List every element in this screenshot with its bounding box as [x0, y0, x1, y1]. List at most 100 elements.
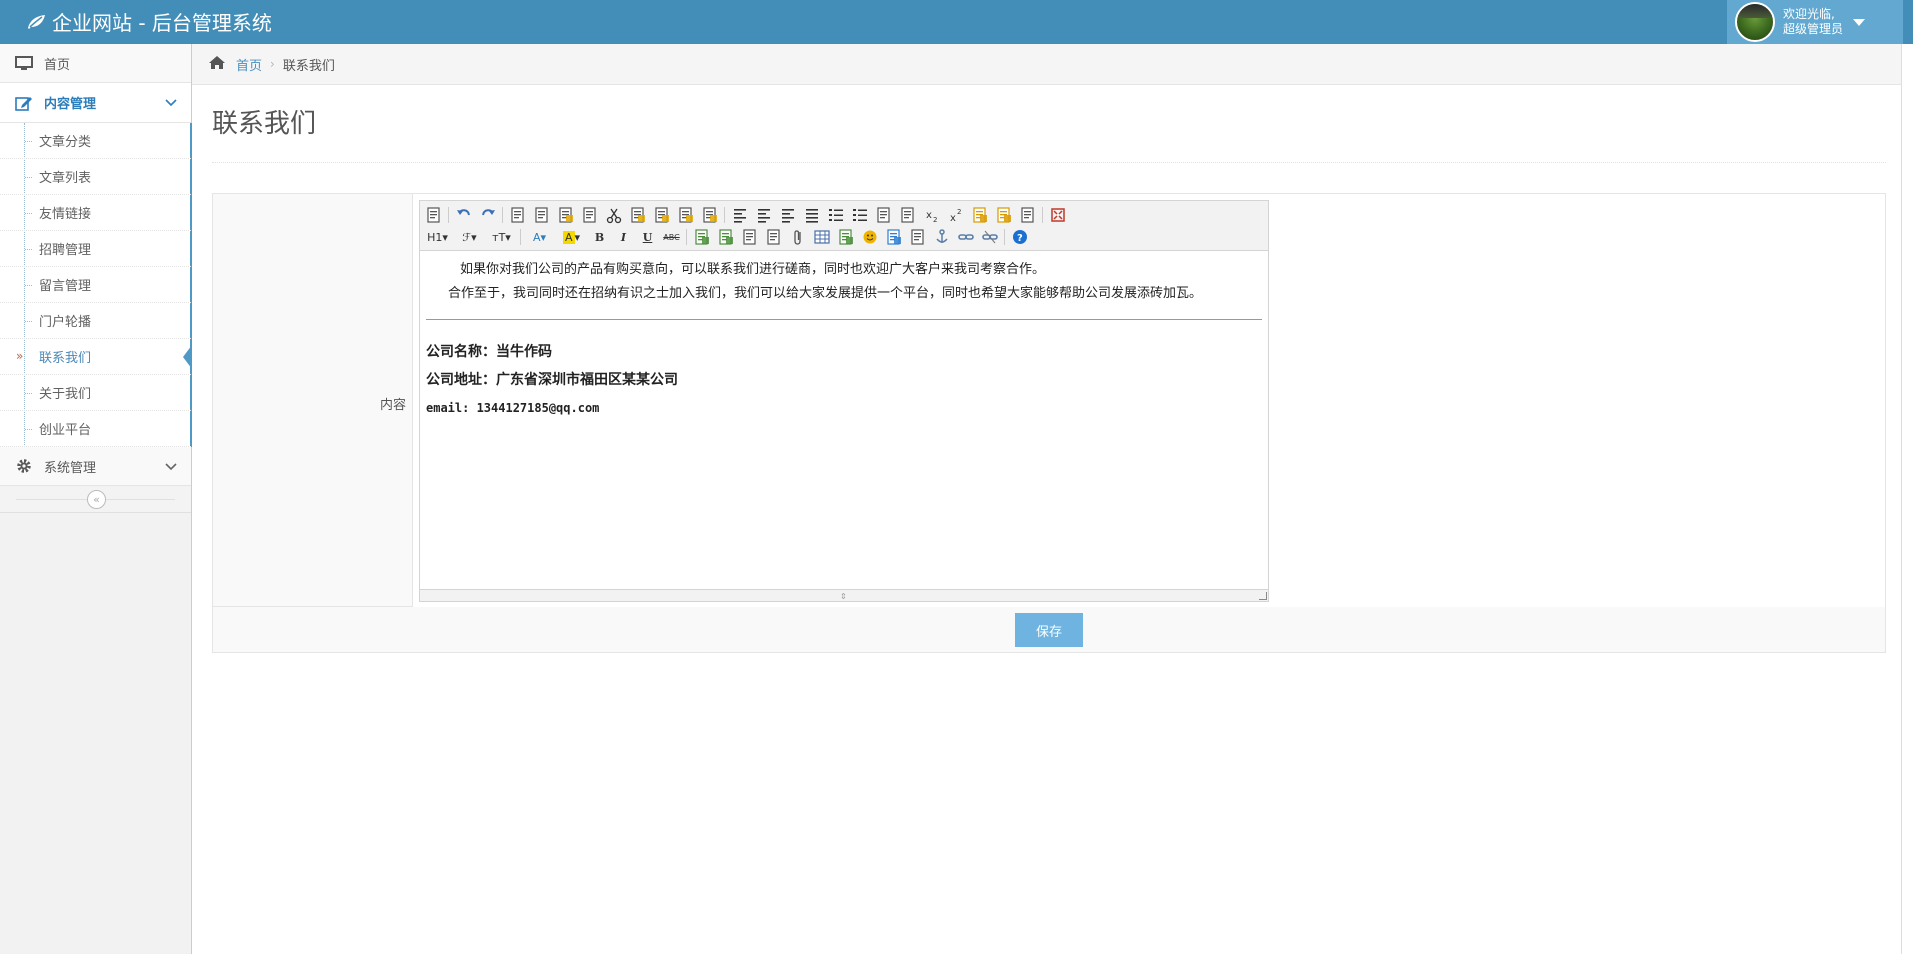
form-row-content: 内容 x2x2 H1 ▾ ℱ ▾ ᴛT ▾ A▾ A ▾ B I U ABC ?… — [213, 194, 1885, 607]
heading-dropdown-button[interactable]: H1 ▾ — [424, 228, 451, 247]
editor-paragraph: 合作至于，我司同时还在招纳有识之士加入我们，我们可以给大家发展提供一个平台，同时… — [448, 286, 1203, 301]
collapse-sidebar-button[interactable]: « — [87, 490, 106, 509]
format-painter-icon[interactable] — [994, 206, 1013, 225]
attachment-icon[interactable] — [788, 228, 807, 247]
sidebar-subitem-1[interactable]: 文章分类 — [0, 123, 191, 159]
image-icon[interactable] — [692, 228, 711, 247]
sidebar-subitem-label: 创业平台 — [39, 423, 92, 438]
ordered-list-icon[interactable] — [826, 206, 845, 225]
anchor-icon[interactable] — [932, 228, 951, 247]
copy-icon[interactable] — [628, 206, 647, 225]
paste-word-icon[interactable] — [700, 206, 719, 225]
sidebar-subitem-label: 联系我们 — [39, 351, 92, 366]
emoticon-icon[interactable] — [860, 228, 879, 247]
content-submenu: 文章分类文章列表友情链接招聘管理 留言管理 门户轮播 » 联系我们关于我们创业平台 — [0, 123, 192, 447]
editor-divider — [426, 319, 1262, 320]
font-color-button[interactable]: A▾ — [526, 228, 553, 247]
align-left-icon[interactable] — [730, 206, 749, 225]
indent-icon[interactable] — [874, 206, 893, 225]
username: 超级管理员 — [1783, 22, 1844, 36]
save-button[interactable]: 保存 — [1015, 613, 1083, 647]
paste-text-icon[interactable] — [676, 206, 695, 225]
align-right-icon[interactable] — [778, 206, 797, 225]
home-icon — [208, 55, 226, 74]
clear-icon[interactable] — [970, 206, 989, 225]
source-icon[interactable] — [424, 206, 443, 225]
sidebar-subitem-4[interactable]: 招聘管理 — [0, 231, 191, 267]
sidebar-subitem-7[interactable]: » 联系我们 — [0, 339, 192, 375]
breadcrumb-home-link[interactable]: 首页 — [236, 55, 262, 74]
redo-icon[interactable] — [478, 206, 497, 225]
top-navbar: 企业网站 - 后台管理系统 欢迎光临, 超级管理员 — [0, 0, 1913, 44]
page-scroll-edge — [1901, 44, 1913, 954]
resize-corner-icon[interactable] — [1259, 592, 1267, 600]
sidebar-subitem-8[interactable]: 关于我们 — [0, 375, 191, 411]
user-menu[interactable]: 欢迎光临, 超级管理员 — [1727, 0, 1903, 44]
sidebar-subitem-label: 友情链接 — [39, 207, 92, 222]
editor-content-area[interactable]: 如果你对我们公司的产品有购买意向，可以联系我们进行磋商，同时也欢迎广大客户来我司… — [420, 252, 1268, 589]
sidebar-subitem-label: 关于我们 — [39, 387, 92, 402]
editor-paragraph: 如果你对我们公司的产品有购买意向，可以联系我们进行磋商，同时也欢迎广大客户来我司… — [460, 262, 1046, 277]
unlink-icon[interactable] — [980, 228, 999, 247]
sidebar-subitem-6[interactable]: 门户轮播 — [0, 303, 191, 339]
chevron-down-icon — [165, 96, 177, 111]
subscript-icon[interactable]: x2 — [922, 206, 941, 225]
print-icon[interactable] — [532, 206, 551, 225]
flash-icon[interactable] — [740, 228, 759, 247]
undo-icon[interactable] — [454, 206, 473, 225]
brand-title: 企业网站 - 后台管理系统 — [52, 11, 272, 35]
svg-text:x: x — [950, 213, 956, 224]
bold-button[interactable]: B — [590, 228, 609, 247]
code-icon[interactable] — [580, 206, 599, 225]
sidebar-subitem-9[interactable]: 创业平台 — [0, 411, 191, 447]
template-icon[interactable] — [556, 206, 575, 225]
sidebar-item-home[interactable]: 首页 — [0, 44, 191, 83]
media-icon[interactable] — [764, 228, 783, 247]
italic-button[interactable]: I — [614, 228, 633, 247]
sidebar-subitem-2[interactable]: 文章列表 — [0, 159, 191, 195]
map-icon[interactable] — [884, 228, 903, 247]
sidebar-subitem-label: 文章列表 — [39, 171, 92, 186]
leaf-icon — [28, 14, 45, 29]
sidebar-subitem-5[interactable]: 留言管理 — [0, 267, 191, 303]
justify-icon[interactable] — [802, 206, 821, 225]
help-icon[interactable]: ? — [1010, 228, 1029, 247]
avatar — [1735, 2, 1775, 42]
select-all-icon[interactable] — [1018, 206, 1037, 225]
sidebar-item-label: 内容管理 — [44, 97, 97, 112]
edit-icon — [14, 95, 34, 111]
pagebreak-icon[interactable] — [908, 228, 927, 247]
breadcrumb: 首页 › 联系我们 — [192, 44, 1901, 85]
svg-text:?: ? — [1017, 233, 1023, 244]
sidebar-subitem-label: 文章分类 — [39, 135, 92, 150]
cut-icon[interactable] — [604, 206, 623, 225]
font-family-dropdown-button[interactable]: ℱ ▾ — [456, 228, 483, 247]
highlight-color-button[interactable]: A ▾ — [558, 228, 585, 247]
resize-grip-icon[interactable]: ⇕ — [840, 592, 847, 601]
editor-resize-bar[interactable]: ⇕ — [420, 589, 1268, 601]
multi-image-icon[interactable] — [716, 228, 735, 247]
preview-icon[interactable] — [508, 206, 527, 225]
table-icon[interactable] — [812, 228, 831, 247]
font-size-dropdown-button[interactable]: ᴛT ▾ — [488, 228, 515, 247]
align-center-icon[interactable] — [754, 206, 773, 225]
svg-text:2: 2 — [957, 208, 961, 216]
sidebar-item-system-management[interactable]: 系统管理 — [0, 447, 191, 486]
unordered-list-icon[interactable] — [850, 206, 869, 225]
gear-icon — [14, 458, 34, 474]
underline-button[interactable]: U — [638, 228, 657, 247]
sidebar-item-content-management[interactable]: 内容管理 — [0, 83, 191, 123]
page-title: 联系我们 — [212, 109, 317, 139]
sidebar-subitem-3[interactable]: 友情链接 — [0, 195, 191, 231]
company-address-text: 公司地址：广东省深圳市福田区某某公司 — [426, 372, 678, 388]
brand[interactable]: 企业网站 - 后台管理系统 — [26, 7, 272, 36]
link-icon[interactable] — [956, 228, 975, 247]
superscript-icon[interactable]: x2 — [946, 206, 965, 225]
outdent-icon[interactable] — [898, 206, 917, 225]
hr-icon[interactable] — [836, 228, 855, 247]
content-label: 内容 — [379, 398, 406, 413]
fullscreen-icon[interactable] — [1048, 206, 1067, 225]
strikethrough-button[interactable]: ABC — [662, 228, 681, 247]
paste-icon[interactable] — [652, 206, 671, 225]
caret-down-icon[interactable] — [1853, 18, 1866, 26]
